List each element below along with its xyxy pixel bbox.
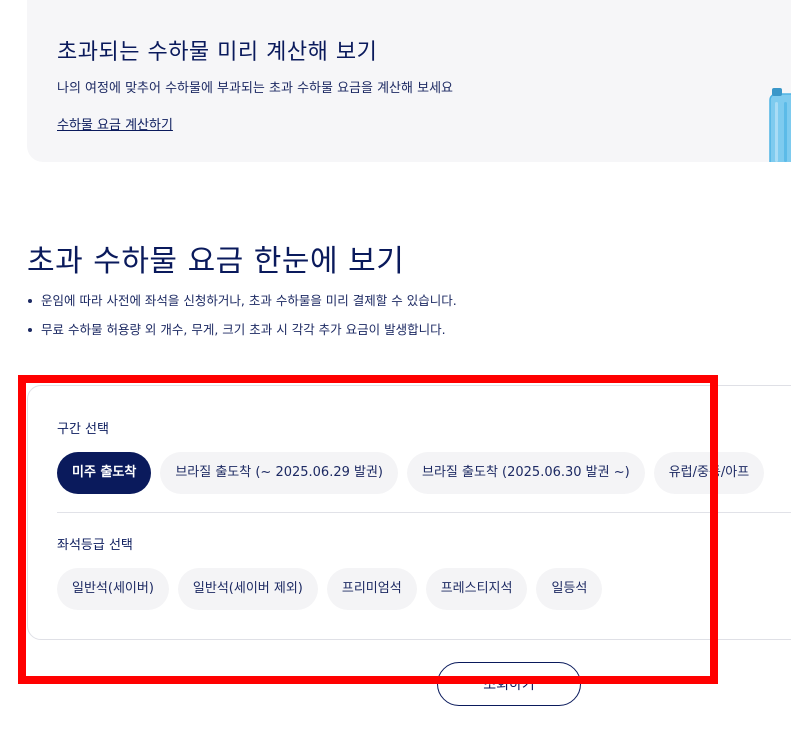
route-option-europe-middle-east-africa[interactable]: 유럽/중동/아프 — [653, 452, 765, 494]
cabin-options: 일반석(세이버) 일반석(세이버 제외) 프리미엄석 프레스티지석 일등석 — [57, 568, 603, 610]
search-button[interactable]: 조회하기 — [437, 662, 581, 706]
route-options: 미주 출도착 브라질 출도착 (~ 2025.06.29 발권) 브라질 출도착… — [57, 452, 765, 494]
calculate-fee-link[interactable]: 수하물 요금 계산하기 — [57, 114, 173, 133]
luggage-icon — [769, 88, 791, 162]
info-list: 운임에 따라 사전에 좌석을 신청하거나, 초과 수하물을 미리 결제할 수 있… — [27, 291, 457, 349]
cabin-option-premium[interactable]: 프리미엄석 — [326, 568, 417, 610]
route-option-brazil-before[interactable]: 브라질 출도착 (~ 2025.06.29 발권) — [160, 452, 399, 494]
divider — [57, 512, 791, 513]
info-item: 운임에 따라 사전에 좌석을 신청하거나, 초과 수하물을 미리 결제할 수 있… — [27, 291, 457, 320]
info-item: 무료 수하물 허용량 외 개수, 무게, 크기 초과 시 각각 추가 요금이 발… — [27, 320, 457, 349]
fee-filter-card: 구간 선택 미주 출도착 브라질 출도착 (~ 2025.06.29 발권) 브… — [27, 385, 791, 640]
route-option-brazil-after[interactable]: 브라질 출도착 (2025.06.30 발권 ~) — [407, 452, 645, 494]
calculator-title: 초과되는 수하물 미리 계산해 보기 — [57, 40, 378, 65]
calculator-description: 나의 여정에 맞추어 수하물에 부과되는 초과 수하물 요금을 계산해 보세요 — [57, 81, 453, 96]
cabin-option-economy-saver[interactable]: 일반석(세이버) — [57, 568, 169, 610]
section-title: 초과 수하물 요금 한눈에 보기 — [27, 244, 405, 279]
cabin-option-prestige[interactable]: 프레스티지석 — [425, 568, 528, 610]
baggage-calculator-card: 초과되는 수하물 미리 계산해 보기 나의 여정에 맞추어 수하물에 부과되는 … — [27, 0, 791, 162]
cabin-option-economy-standard[interactable]: 일반석(세이버 제외) — [177, 568, 318, 610]
cabin-filter-label: 좌석등급 선택 — [57, 538, 133, 553]
route-option-americas[interactable]: 미주 출도착 — [57, 452, 152, 494]
route-filter-label: 구간 선택 — [57, 422, 109, 437]
cabin-option-first[interactable]: 일등석 — [536, 568, 603, 610]
